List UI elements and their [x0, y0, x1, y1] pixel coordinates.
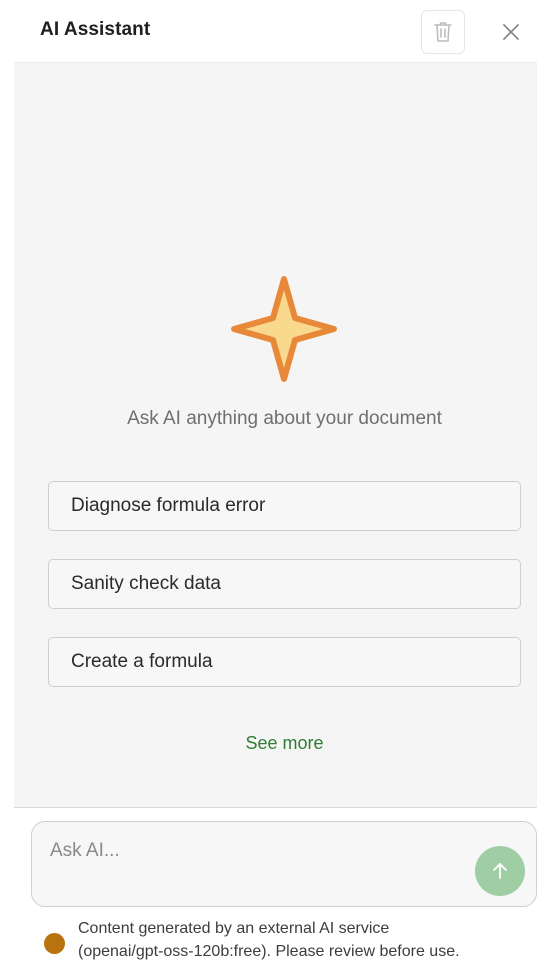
- see-more-link[interactable]: See more: [14, 733, 537, 754]
- close-button[interactable]: [497, 18, 525, 46]
- sparkle-icon: [231, 276, 337, 382]
- ai-assistant-panel: AI Assistant Ask AI anything about your …: [0, 0, 537, 971]
- disclaimer: Content generated by an external AI serv…: [78, 917, 537, 963]
- close-icon: [503, 24, 519, 40]
- suggestion-label: Create a formula: [71, 651, 213, 672]
- suggestion-create-formula[interactable]: Create a formula: [48, 637, 521, 687]
- chat-input-container: [31, 821, 537, 907]
- disclaimer-line-2: (openai/gpt-oss-120b:free). Please revie…: [78, 943, 460, 960]
- trash-icon: [434, 22, 452, 42]
- chat-input[interactable]: [50, 840, 470, 890]
- suggestion-diagnose-formula-error[interactable]: Diagnose formula error: [48, 481, 521, 531]
- arrow-up-icon: [493, 863, 507, 879]
- chat-area: Ask AI anything about your document Diag…: [14, 62, 537, 807]
- disclaimer-line-1: Content generated by an external AI serv…: [78, 920, 390, 937]
- panel-header: AI Assistant: [0, 0, 537, 62]
- suggestion-label: Diagnose formula error: [71, 495, 266, 516]
- panel-title: AI Assistant: [40, 19, 151, 40]
- clear-chat-button[interactable]: [421, 10, 465, 54]
- divider: [14, 807, 537, 808]
- empty-state-hint: Ask AI anything about your document: [127, 408, 442, 429]
- suggestion-sanity-check-data[interactable]: Sanity check data: [48, 559, 521, 609]
- suggestion-label: Sanity check data: [71, 573, 221, 594]
- send-button[interactable]: [475, 846, 525, 896]
- status-dot: [44, 933, 65, 954]
